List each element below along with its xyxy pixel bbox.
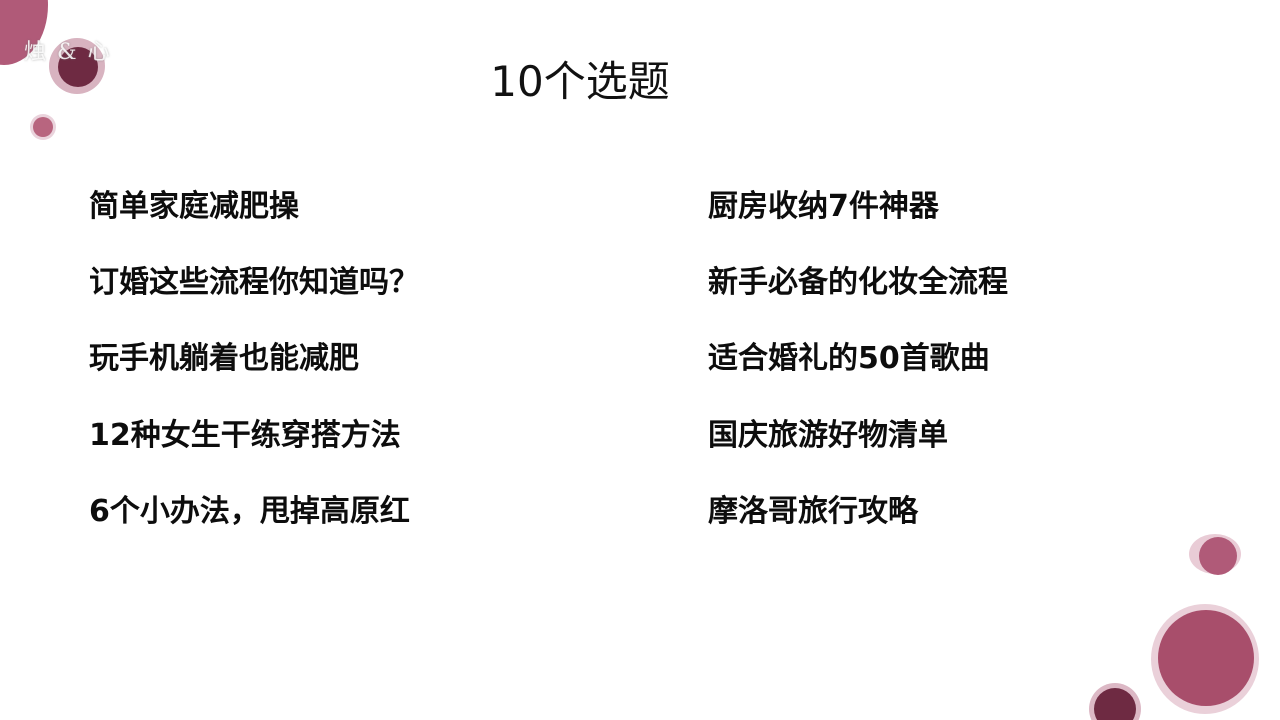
topic-item: 简单家庭减肥操 [89,189,299,224]
topic-item: 12种女生干练穿搭方法 [89,418,401,453]
decor-circle-right-mid [1199,537,1237,575]
topic-item: 订婚这些流程你知道吗？ [89,265,419,300]
topic-item: 玩手机躺着也能减肥 [89,341,359,376]
decor-circle-bottom-small [1094,688,1136,720]
topic-item: 摩洛哥旅行攻略 [708,494,918,529]
decor-circle-right-large [1158,610,1254,706]
topic-item: 6个小办法，甩掉高原红 [89,494,410,529]
slide: 烛 & 心 10个选题 简单家庭减肥操 订婚这些流程你知道吗？ 玩手机躺着也能减… [0,0,1280,720]
topic-item: 新手必备的化妆全流程 [708,265,1008,300]
page-title: 10个选题 [490,57,670,106]
decor-circle-topleft-small [33,117,53,137]
topic-item: 厨房收纳7件神器 [708,189,939,224]
topic-item: 适合婚礼的50首歌曲 [708,341,990,376]
topic-item: 国庆旅游好物清单 [708,418,948,453]
